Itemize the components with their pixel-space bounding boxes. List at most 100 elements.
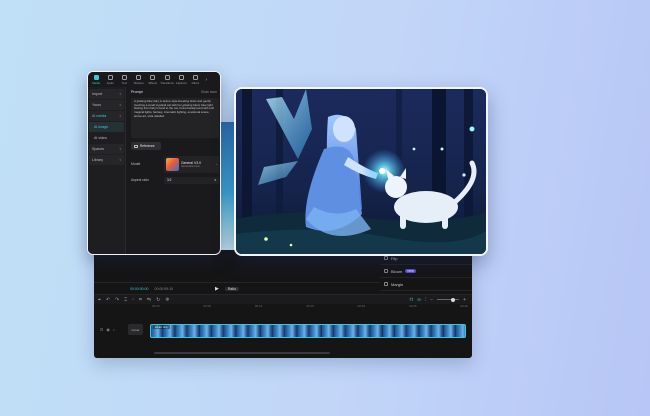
- aspect-label: Aspect ratio: [131, 178, 149, 182]
- property-bloom[interactable]: Bloom new: [380, 265, 472, 278]
- video-clip[interactable]: AI art clip: [150, 324, 466, 338]
- tab-stickers-label: Stickers: [133, 81, 144, 85]
- lock-icon[interactable]: ⊡: [100, 327, 103, 332]
- mirror-icon[interactable]: ⇋: [147, 297, 151, 303]
- clip-label: AI art clip: [153, 325, 170, 329]
- eye-icon[interactable]: ◉: [106, 327, 110, 332]
- timeline-scrollbar[interactable]: [154, 352, 330, 354]
- sidebar-item-import[interactable]: Import ▾: [89, 89, 124, 99]
- aspect-select[interactable]: 3:2 ▾: [164, 176, 219, 184]
- total-time: 00:00:09:10: [154, 286, 174, 291]
- chevron-down-icon: ▾: [119, 103, 121, 107]
- captions-icon: [178, 75, 184, 80]
- tab-transitions-label: Transitions: [160, 81, 174, 85]
- generated-image: [236, 89, 486, 254]
- transitions-icon: [164, 75, 170, 80]
- ruler-tick: 00:10: [254, 304, 263, 308]
- tab-effects[interactable]: Effects: [146, 75, 160, 85]
- player-bar: 00:00:00:00 00:00:09:10 ▶ Ratio: [94, 282, 380, 294]
- show-more-link[interactable]: Show more: [201, 90, 217, 94]
- flip-checkbox[interactable]: [384, 256, 388, 260]
- margin-checkbox[interactable]: [384, 282, 388, 286]
- ruler-tick: 00:05: [203, 304, 211, 308]
- model-thumbnail: [166, 157, 179, 171]
- sidebar-item-label: Spaces: [92, 147, 104, 151]
- split-icon[interactable]: ⌶: [124, 297, 127, 303]
- top-tabs: Media Audio Text Stickers Effects Transi…: [88, 72, 220, 87]
- model-subtitle: Generation best...: [181, 164, 202, 168]
- effects-icon: [150, 75, 156, 80]
- magnet-icon[interactable]: ⊓: [409, 297, 413, 303]
- tab-effects-label: Effects: [148, 81, 158, 85]
- reference-label: Reference: [140, 144, 155, 148]
- tab-captions[interactable]: Captions: [174, 75, 188, 85]
- select-tool-icon[interactable]: ⌖: [98, 297, 101, 303]
- tab-transitions[interactable]: Transitions: [160, 75, 174, 85]
- ai-image-form: Prompt Show more A glowing blue fairy in…: [128, 87, 220, 254]
- link-icon[interactable]: ∞: [417, 297, 421, 303]
- image-icon: [134, 144, 138, 148]
- chevron-right-icon: ›: [216, 162, 217, 166]
- tab-audio-label: Audio: [106, 81, 114, 85]
- sidebar-item-label: AI video: [94, 136, 107, 140]
- generated-image-card[interactable]: [234, 87, 488, 256]
- aspect-value: 3:2: [167, 178, 172, 182]
- reference-button[interactable]: Reference: [131, 142, 161, 150]
- filters-icon: [192, 75, 198, 80]
- freeze-icon[interactable]: ❄: [165, 297, 169, 303]
- zoom-out-icon[interactable]: −: [430, 297, 433, 303]
- sidebar-item-label: AI image: [94, 125, 109, 129]
- more-tabs-chevron-icon[interactable]: ›: [206, 77, 208, 83]
- sidebar-item-ai-image[interactable]: AI image: [89, 122, 124, 132]
- tab-text-label: Text: [121, 81, 128, 85]
- chevron-down-icon: ▾: [214, 178, 216, 182]
- model-text: General V3.0 Generation best...: [181, 161, 202, 168]
- undo-icon[interactable]: ↶: [106, 297, 110, 303]
- sidebar-item-spaces[interactable]: Spaces ▾: [89, 144, 124, 154]
- ruler-tick: 00:00: [152, 304, 160, 308]
- sticker-icon: [136, 75, 142, 80]
- tab-text[interactable]: Text: [117, 75, 131, 85]
- sidebar-item-label: Yours: [92, 103, 102, 107]
- ruler-tick: 00:25: [409, 304, 417, 308]
- tab-stickers[interactable]: Stickers: [132, 75, 146, 85]
- preview-axis-icon[interactable]: ⫶: [425, 297, 426, 303]
- ai-media-panel: Media Audio Text Stickers Effects Transi…: [87, 71, 221, 255]
- tab-filters[interactable]: Filters: [188, 75, 202, 85]
- chevron-down-icon: ▾: [119, 147, 121, 151]
- model-label: Model: [131, 162, 141, 166]
- model-select[interactable]: General V3.0 Generation best... ›: [164, 155, 219, 173]
- sidebar-item-yours[interactable]: Yours ▾: [89, 100, 124, 110]
- model-row: Model General V3.0 Generation best... ›: [131, 155, 219, 173]
- property-margin[interactable]: Margin: [380, 278, 472, 291]
- timeline-ruler: 00:00 00:05 00:10 00:15 00:20 00:25 00:3…: [148, 304, 472, 310]
- tab-captions-label: Captions: [175, 81, 187, 85]
- rotate-icon[interactable]: ↻: [156, 297, 160, 303]
- sidebar-item-ai-media[interactable]: AI media ▾: [89, 111, 124, 121]
- prompt-input[interactable]: A glowing blue fairy in anime style knee…: [131, 98, 219, 138]
- zoom-slider[interactable]: [437, 297, 460, 302]
- ratio-button[interactable]: Ratio: [224, 286, 240, 291]
- audio-icon: [107, 75, 113, 80]
- sidebar-item-ai-video[interactable]: AI video: [89, 133, 124, 143]
- new-badge: new: [405, 269, 416, 273]
- mute-icon[interactable]: ♪: [113, 327, 115, 332]
- cover-button[interactable]: Cover: [128, 324, 143, 335]
- tab-audio[interactable]: Audio: [103, 75, 117, 85]
- play-icon[interactable]: ▶: [215, 286, 219, 292]
- ruler-tick: 00:20: [357, 304, 366, 308]
- delete-icon[interactable]: ▫: [132, 297, 134, 303]
- property-bloom-label: Bloom: [391, 268, 403, 274]
- ruler-tick: 00:30: [460, 304, 468, 308]
- sidebar-item-library[interactable]: Library ▾: [89, 155, 124, 165]
- crop-icon[interactable]: ⌗: [139, 297, 142, 303]
- redo-icon[interactable]: ↷: [115, 297, 119, 303]
- prompt-title: Prompt: [131, 90, 143, 94]
- bloom-checkbox[interactable]: [384, 269, 388, 273]
- tab-media[interactable]: Media: [89, 75, 103, 85]
- chevron-down-icon: ▾: [119, 92, 121, 96]
- property-flip-label: Flip: [391, 255, 398, 261]
- media-icon: [93, 75, 99, 80]
- aspect-row: Aspect ratio 3:2 ▾: [131, 176, 219, 184]
- zoom-in-icon[interactable]: +: [463, 297, 466, 303]
